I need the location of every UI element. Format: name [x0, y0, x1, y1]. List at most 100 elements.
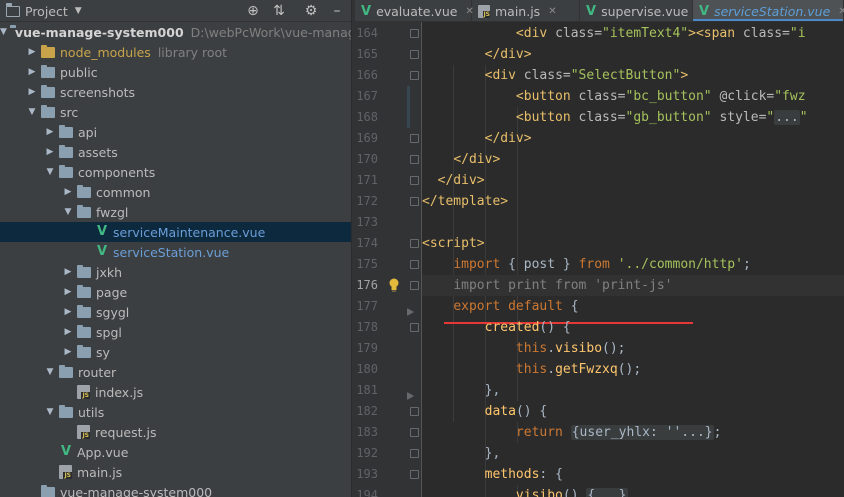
code-line[interactable]: import print from 'print-js' — [422, 275, 844, 296]
chevron-down-icon[interactable]: ▼ — [44, 362, 56, 382]
fold-marker-icon[interactable] — [410, 197, 419, 206]
folder-icon — [77, 264, 91, 278]
chevron-down-icon[interactable]: ▼ — [0, 22, 7, 42]
minimize-icon[interactable]: – — [328, 2, 346, 20]
code-editor[interactable]: <div class="itemText4"><span class="i </… — [422, 22, 844, 497]
chevron-right-icon[interactable]: ▶ — [62, 302, 74, 322]
code-line[interactable]: return {user_yhlx: ''...}; — [422, 422, 844, 443]
tree-item-public[interactable]: ▶ public — [0, 62, 351, 82]
code-line[interactable] — [422, 212, 844, 233]
code-line[interactable]: }, — [422, 443, 844, 464]
code-line[interactable]: <script> — [422, 233, 844, 254]
code-line[interactable]: </div> — [422, 128, 844, 149]
fold-marker-icon[interactable] — [410, 239, 419, 248]
fold-marker-icon[interactable] — [410, 428, 419, 437]
js-file-icon — [478, 4, 490, 18]
code-line[interactable]: visibo() {...} — [422, 485, 844, 497]
code-line[interactable]: <div class="itemText4"><span class="i — [422, 23, 844, 44]
chevron-right-icon[interactable]: ▶ — [62, 262, 74, 282]
code-line[interactable]: this.getFwzxq(); — [422, 359, 844, 380]
tree-item-node-modules[interactable]: ▶ node_modules library root — [0, 42, 351, 62]
tree-item-utils[interactable]: ▼ utils — [0, 402, 351, 422]
fold-marker-icon[interactable] — [410, 323, 419, 332]
tree-item-sgygl[interactable]: ▶ sgygl — [0, 302, 351, 322]
fold-arrow-icon[interactable] — [407, 308, 414, 316]
folder-icon — [41, 104, 55, 118]
close-icon[interactable]: ✕ — [838, 6, 844, 17]
chevron-right-icon[interactable]: ▶ — [26, 82, 38, 102]
folder-icon — [59, 124, 73, 138]
code-line[interactable]: created() { — [422, 317, 844, 338]
chevron-right-icon[interactable]: ▶ — [62, 282, 74, 302]
fold-marker-icon[interactable] — [410, 407, 419, 416]
chevron-down-icon[interactable]: ▼ — [26, 102, 38, 122]
lightbulb-icon[interactable] — [388, 278, 400, 292]
code-line[interactable]: import { post } from '../common/http'; — [422, 254, 844, 275]
code-line[interactable]: </template> — [422, 191, 844, 212]
tree-item-page[interactable]: ▶ page — [0, 282, 351, 302]
fold-marker-icon[interactable] — [410, 71, 419, 80]
tree-item-app-vue[interactable]: V App.vue — [0, 442, 351, 462]
tab-evaluate-vue[interactable]: Vevaluate.vue ✕ — [355, 0, 474, 21]
code-line[interactable]: <button class="gb_button" style="..." — [422, 107, 844, 128]
fold-marker-icon[interactable] — [410, 260, 419, 269]
fold-marker-icon[interactable] — [410, 29, 419, 38]
chevron-down-icon[interactable]: ▼ — [62, 202, 74, 222]
chevron-right-icon[interactable]: ▶ — [62, 342, 74, 362]
project-view-selector[interactable]: Project ▼ — [6, 2, 82, 19]
chevron-right-icon[interactable]: ▶ — [44, 142, 56, 162]
chevron-right-icon[interactable]: ▶ — [26, 62, 38, 82]
fold-marker-icon[interactable] — [410, 50, 419, 59]
chevron-right-icon[interactable]: ▶ — [62, 182, 74, 202]
gear-icon[interactable]: ⚙ — [302, 2, 320, 20]
tree-item-index-js[interactable]: index.js — [0, 382, 351, 402]
chevron-right-icon[interactable]: ▶ — [44, 122, 56, 142]
tree-item-components[interactable]: ▼ components — [0, 162, 351, 182]
tree-item-src[interactable]: ▼ src — [0, 102, 351, 122]
tree-item-screenshots[interactable]: ▶ screenshots — [0, 82, 351, 102]
collapse-all-icon[interactable]: ⇅ — [270, 2, 288, 20]
code-line[interactable]: <div class="SelectButton"> — [422, 65, 844, 86]
code-line[interactable]: this.visibo(); — [422, 338, 844, 359]
code-line[interactable]: </div> — [422, 170, 844, 191]
tree-item-fwzgl[interactable]: ▼ fwzgl — [0, 202, 351, 222]
chevron-right-icon[interactable]: ▶ — [26, 42, 38, 62]
tab-servicestation-vue[interactable]: VserviceStation.vue ✕ — [693, 0, 844, 21]
line-number: 181 — [356, 383, 378, 397]
chevron-down-icon[interactable]: ▼ — [44, 402, 56, 422]
chevron-right-icon[interactable]: ▶ — [62, 322, 74, 342]
code-line[interactable]: </div> — [422, 149, 844, 170]
tree-item-sy[interactable]: ▶ sy — [0, 342, 351, 362]
tree-item-jxkh[interactable]: ▶ jxkh — [0, 262, 351, 282]
tree-item-vue-manage-system000[interactable]: ▼ vue-manage-system000 D:\webPcWork\vue-ma… — [0, 22, 351, 42]
code-line[interactable]: }, — [422, 380, 844, 401]
tree-item-request-js[interactable]: request.js — [0, 422, 351, 442]
fold-marker-icon[interactable] — [410, 449, 419, 458]
tree-item-servicemaintenance-vue[interactable]: VserviceMaintenance.vue — [0, 222, 351, 242]
tree-item-assets[interactable]: ▶ assets — [0, 142, 351, 162]
fold-marker-icon[interactable] — [410, 470, 419, 479]
tree-item-common[interactable]: ▶ common — [0, 182, 351, 202]
tree-item-router[interactable]: ▼ router — [0, 362, 351, 382]
code-line[interactable]: </div> — [422, 44, 844, 65]
tab-supervise-vue[interactable]: Vsupervise.vue✕ — [580, 0, 705, 21]
tree-item-api[interactable]: ▶ api — [0, 122, 351, 142]
code-line[interactable]: export default { — [422, 296, 844, 317]
fold-marker-icon[interactable] — [410, 281, 419, 290]
tab-main-js[interactable]: main.js ✕ — [472, 0, 580, 21]
code-line[interactable]: data() { — [422, 401, 844, 422]
tree-item-servicestation-vue[interactable]: VserviceStation.vue — [0, 242, 351, 262]
code-line[interactable]: methods: { — [422, 464, 844, 485]
chevron-down-icon[interactable]: ▼ — [44, 162, 56, 182]
fold-arrow-icon[interactable] — [407, 392, 414, 400]
close-icon[interactable]: ✕ — [548, 6, 556, 17]
code-line[interactable]: <button class="bc_button" @click="fwz — [422, 86, 844, 107]
tree-item-vue-manage-system000[interactable]: vue-manage-system000 — [0, 482, 351, 497]
tree-item-spgl[interactable]: ▶ spgl — [0, 322, 351, 342]
tree-item-main-js[interactable]: main.js — [0, 462, 351, 482]
fold-marker-icon[interactable] — [410, 155, 419, 164]
fold-marker-icon[interactable] — [410, 176, 419, 185]
crosshair-icon[interactable]: ⊕ — [244, 2, 262, 20]
tree-item-label: api — [78, 124, 98, 140]
fold-marker-icon[interactable] — [410, 134, 419, 143]
